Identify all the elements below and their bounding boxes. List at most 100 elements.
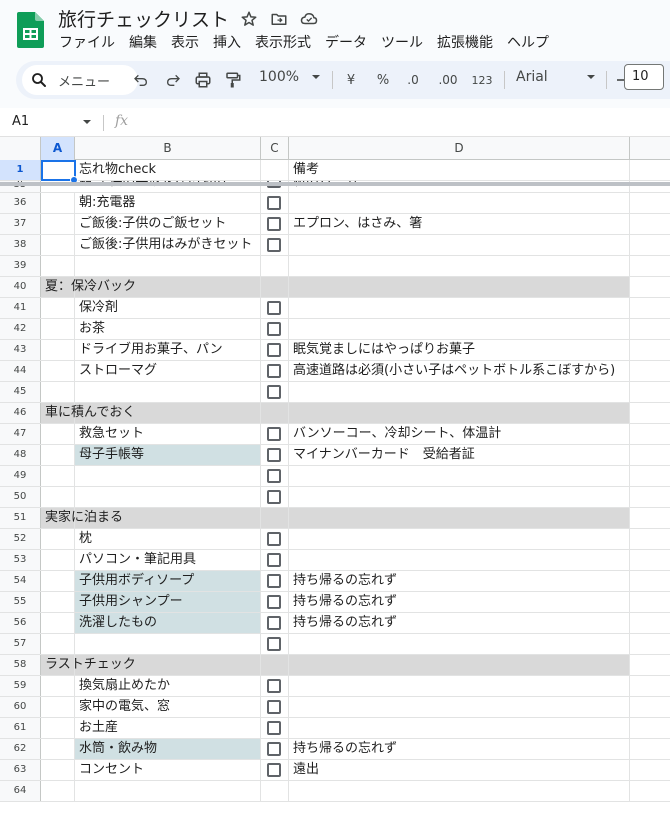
cell-a[interactable] — [41, 676, 75, 696]
cell-c[interactable] — [261, 760, 289, 780]
cloud-saved-icon[interactable] — [298, 9, 320, 29]
cell-c[interactable] — [261, 676, 289, 696]
cell-a[interactable]: 車に積んでおく — [41, 403, 135, 423]
cell-c[interactable] — [261, 298, 289, 318]
cell-d[interactable] — [289, 193, 630, 213]
checkbox[interactable] — [267, 343, 281, 357]
cell-c[interactable] — [261, 424, 289, 444]
cell-d[interactable]: 持ち帰るの忘れず — [289, 613, 630, 633]
print-icon[interactable] — [192, 69, 214, 91]
header-cell-c[interactable] — [261, 160, 289, 180]
cell-d[interactable] — [289, 676, 630, 696]
checkbox[interactable] — [267, 238, 281, 252]
cell-c[interactable] — [261, 445, 289, 465]
cell-b[interactable]: 保冷剤 — [75, 298, 261, 318]
cell-a[interactable] — [41, 193, 75, 213]
cell-b[interactable] — [75, 382, 261, 402]
cell-c[interactable] — [261, 655, 289, 675]
row-number[interactable]: 40 — [0, 277, 41, 297]
checkbox[interactable] — [267, 196, 281, 210]
row-number[interactable]: 53 — [0, 550, 41, 570]
chevron-down-icon[interactable] — [82, 117, 92, 127]
cell-c[interactable] — [261, 592, 289, 612]
checkbox[interactable] — [267, 385, 281, 399]
cell-b[interactable]: ドライブ用お菓子、パン — [75, 340, 261, 360]
cell-b[interactable]: 換気扇止めたか — [75, 676, 261, 696]
cell-b[interactable]: 家中の電気、窓 — [75, 697, 261, 717]
cell-d[interactable]: 高速道路は必須(小さい子はペットボトル系こぼすから) — [289, 361, 630, 381]
cell-b[interactable] — [75, 781, 261, 801]
cell-a[interactable] — [41, 361, 75, 381]
cell-b[interactable]: 子供用シャンプー — [75, 592, 261, 612]
row-number[interactable]: 50 — [0, 487, 41, 507]
font-select[interactable]: Arial — [516, 69, 596, 85]
row-number[interactable]: 38 — [0, 235, 41, 255]
cell-b[interactable]: 洗濯したもの — [75, 613, 261, 633]
cell-b[interactable]: お土産 — [75, 718, 261, 738]
cell-a[interactable] — [41, 235, 75, 255]
row-number[interactable]: 64 — [0, 781, 41, 801]
menu-data[interactable]: データ — [318, 33, 374, 53]
row-number[interactable]: 63 — [0, 760, 41, 780]
cell-a[interactable] — [41, 592, 75, 612]
row-number[interactable]: 1 — [0, 160, 41, 180]
cell-c[interactable] — [261, 466, 289, 486]
row-number[interactable]: 58 — [0, 655, 41, 675]
header-cell-notes[interactable]: 備考 — [289, 160, 630, 180]
menu-tools[interactable]: ツール — [374, 33, 430, 53]
cell-c[interactable] — [261, 214, 289, 234]
currency-button[interactable]: ¥ — [342, 69, 360, 91]
cell-c[interactable] — [261, 508, 289, 528]
decrease-decimal-button[interactable]: .0 — [402, 69, 424, 91]
cell-d[interactable] — [289, 382, 630, 402]
checkbox[interactable] — [267, 763, 281, 777]
menu-help[interactable]: ヘルプ — [500, 33, 556, 53]
cell-c[interactable] — [261, 361, 289, 381]
cell-a[interactable] — [41, 760, 75, 780]
cell-b[interactable]: ご飯後:子供のご飯セット — [75, 214, 261, 234]
cell-d[interactable] — [289, 466, 630, 486]
cell-b[interactable]: 子供用ボディソープ — [75, 571, 261, 591]
cell-c[interactable] — [261, 340, 289, 360]
row-number[interactable]: 45 — [0, 382, 41, 402]
cell-a[interactable] — [41, 424, 75, 444]
cell-c[interactable] — [261, 718, 289, 738]
cell-a[interactable] — [41, 487, 75, 507]
cell-b[interactable]: パソコン・筆記用具 — [75, 550, 261, 570]
menu-format[interactable]: 表示形式 — [248, 33, 318, 53]
sheets-logo-icon[interactable] — [17, 12, 44, 48]
checkbox[interactable] — [267, 553, 281, 567]
checkbox[interactable] — [267, 322, 281, 336]
cell-b[interactable]: コンセント — [75, 760, 261, 780]
column-header-b[interactable]: B — [75, 137, 261, 160]
row-number[interactable]: 43 — [0, 340, 41, 360]
cell-a[interactable] — [41, 256, 75, 276]
checkbox[interactable] — [267, 469, 281, 483]
cell-a[interactable] — [41, 319, 75, 339]
menu-extensions[interactable]: 拡張機能 — [430, 33, 500, 53]
column-header-c[interactable]: C — [261, 137, 289, 160]
redo-icon[interactable] — [162, 69, 184, 91]
cell-c[interactable] — [261, 529, 289, 549]
checkbox[interactable] — [267, 427, 281, 441]
cell-a[interactable] — [41, 445, 75, 465]
cell-a[interactable] — [41, 697, 75, 717]
cell-b[interactable]: 朝:充電器 — [75, 193, 261, 213]
column-header-d[interactable]: D — [289, 137, 630, 160]
checkbox[interactable] — [267, 742, 281, 756]
column-header-a[interactable]: A — [41, 137, 75, 160]
increase-decimal-button[interactable]: .00 — [435, 69, 461, 91]
row-number[interactable]: 61 — [0, 718, 41, 738]
cell-b[interactable]: 水筒・飲み物 — [75, 739, 261, 759]
cell-d[interactable] — [289, 508, 630, 528]
cell-a[interactable] — [41, 214, 75, 234]
cell-c[interactable] — [261, 403, 289, 423]
font-size-input[interactable]: 10 — [624, 64, 664, 90]
cell-d[interactable] — [289, 781, 630, 801]
cell-b[interactable]: お茶 — [75, 319, 261, 339]
cell-d[interactable]: 持ち帰るの忘れず — [289, 571, 630, 591]
cell-a[interactable] — [41, 739, 75, 759]
cell-d[interactable]: 遠出 — [289, 760, 630, 780]
cell-b[interactable] — [75, 634, 261, 654]
checkbox[interactable] — [267, 217, 281, 231]
